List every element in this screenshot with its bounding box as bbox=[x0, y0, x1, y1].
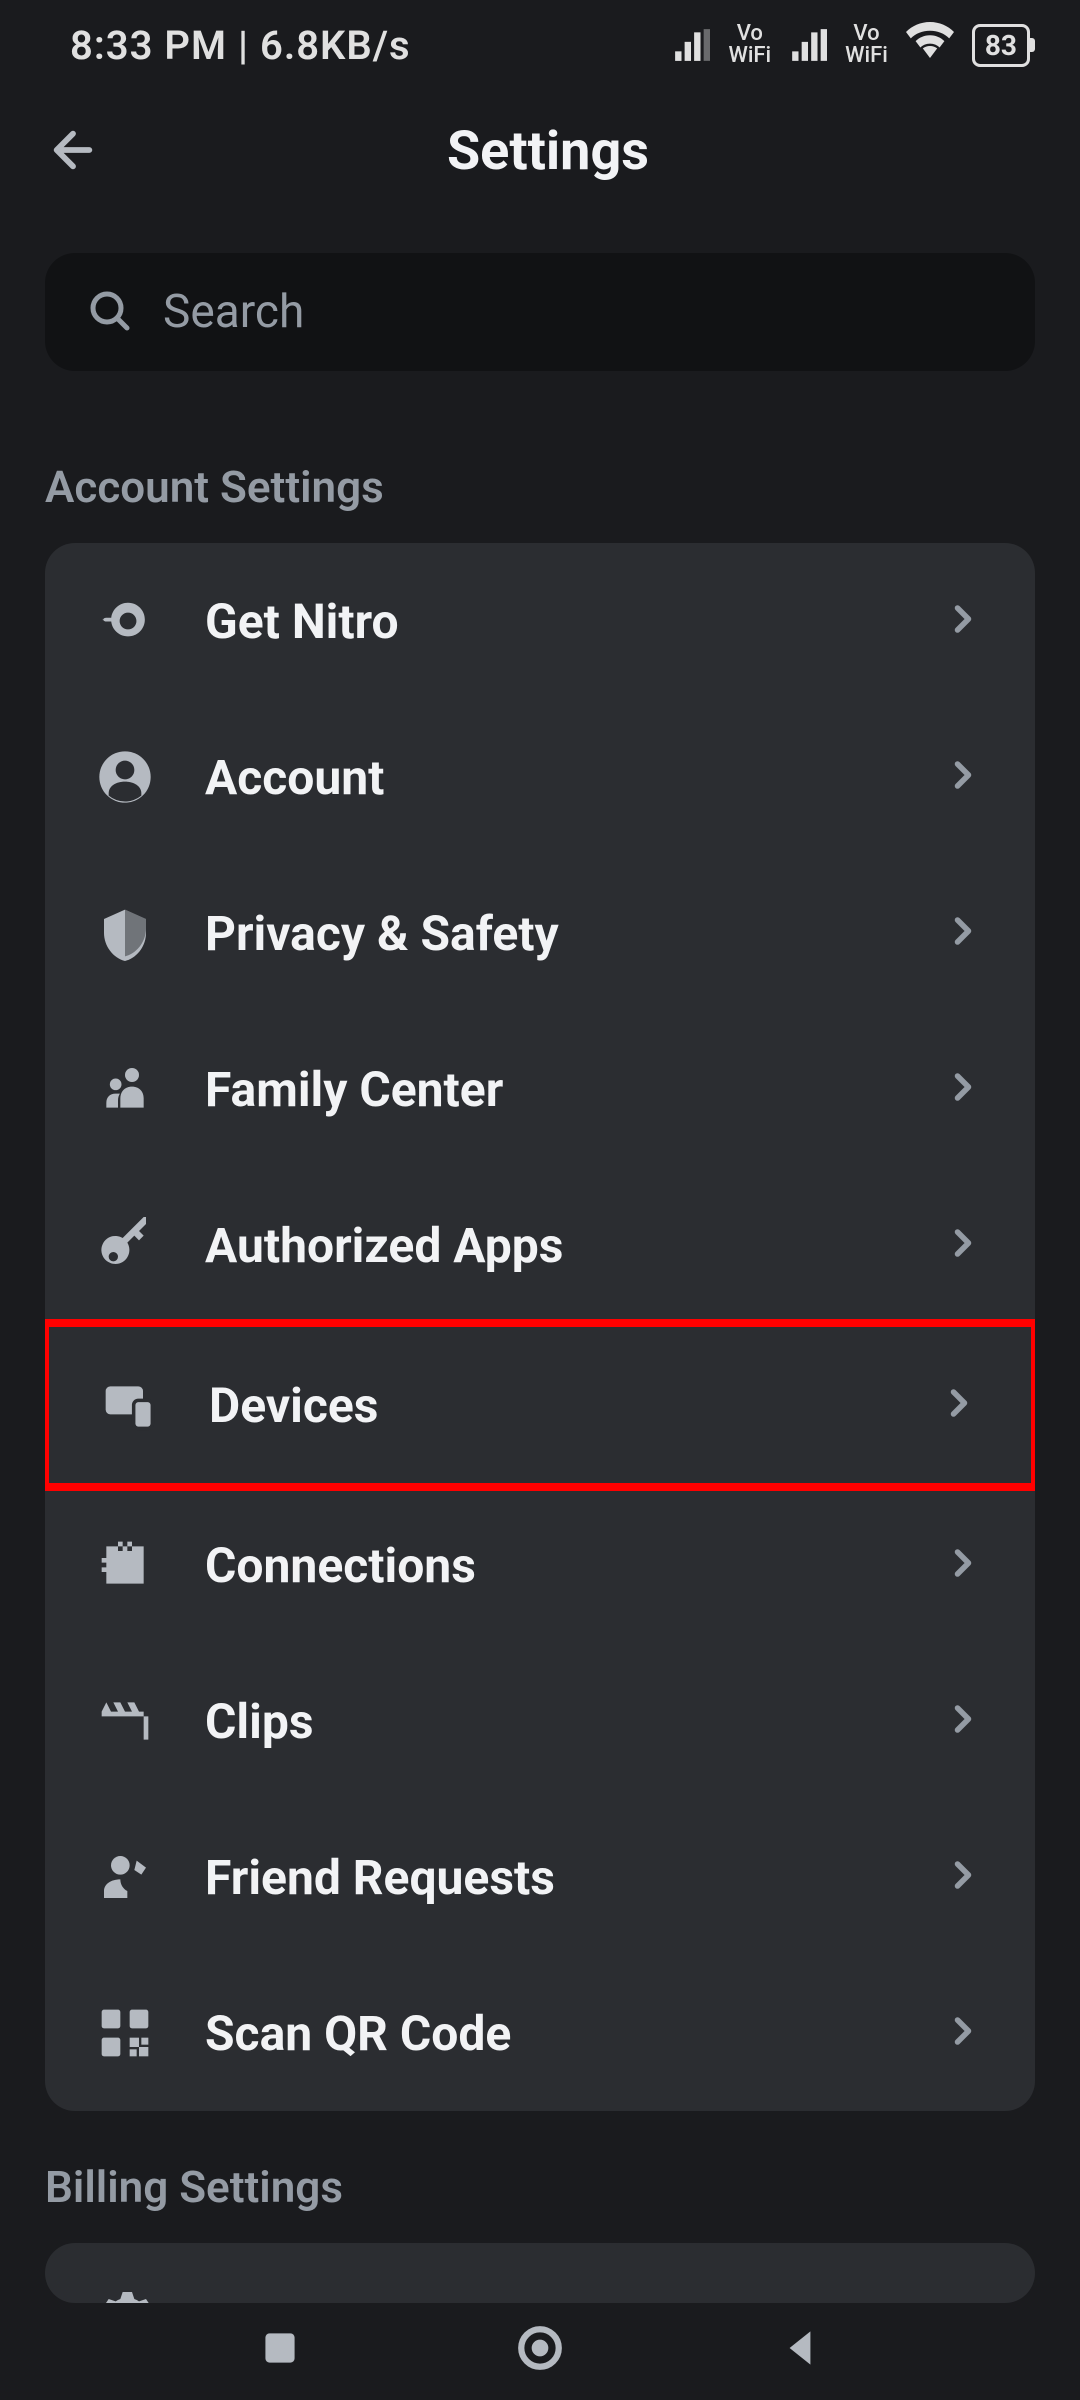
signal-icon-2 bbox=[789, 26, 827, 64]
settings-card-account: Get Nitro Account Privacy & Safety Famil… bbox=[45, 543, 1035, 2111]
battery-indicator: 83 bbox=[972, 24, 1030, 67]
settings-item-family[interactable]: Family Center bbox=[45, 1011, 1035, 1167]
item-label: Connections bbox=[205, 1537, 891, 1594]
search-input[interactable] bbox=[163, 285, 995, 339]
settings-item-friend-requests[interactable]: Friend Requests bbox=[45, 1799, 1035, 1955]
vo-wifi-badge-2: Vo WiFi bbox=[845, 23, 888, 67]
vo-label: Vo bbox=[853, 23, 879, 45]
wifi-icon bbox=[906, 16, 954, 74]
chevron-right-icon bbox=[941, 909, 985, 957]
devices-icon bbox=[99, 1375, 159, 1435]
chevron-right-icon bbox=[941, 597, 985, 645]
chevron-right-icon bbox=[941, 1853, 985, 1901]
status-time: 8:33 PM bbox=[70, 22, 227, 69]
clapperboard-icon bbox=[95, 1691, 155, 1751]
wifi-label: WiFi bbox=[845, 45, 888, 67]
settings-item-privacy[interactable]: Privacy & Safety bbox=[45, 855, 1035, 1011]
settings-card-billing bbox=[45, 2243, 1035, 2303]
account-icon bbox=[95, 747, 155, 807]
page-title: Settings bbox=[61, 120, 1035, 183]
nav-home-button[interactable] bbox=[515, 2323, 565, 2377]
header: Settings bbox=[0, 90, 1080, 213]
key-icon bbox=[95, 1215, 155, 1275]
navigation-bar bbox=[0, 2300, 1080, 2400]
plugin-icon bbox=[95, 1535, 155, 1595]
settings-item-partial[interactable] bbox=[45, 2243, 1035, 2303]
section-header-account: Account Settings bbox=[0, 411, 1080, 543]
settings-item-nitro[interactable]: Get Nitro bbox=[45, 543, 1035, 699]
item-label: Account bbox=[205, 749, 891, 806]
item-label: Authorized Apps bbox=[205, 1217, 891, 1274]
status-data-rate: 6.8KB/s bbox=[260, 22, 411, 69]
settings-item-clips[interactable]: Clips bbox=[45, 1643, 1035, 1799]
nitro-icon bbox=[95, 591, 155, 651]
search-container[interactable] bbox=[45, 253, 1035, 371]
item-label: Scan QR Code bbox=[205, 2005, 891, 2062]
nav-recents-button[interactable] bbox=[255, 2323, 305, 2377]
nav-back-button[interactable] bbox=[775, 2323, 825, 2377]
chevron-right-icon bbox=[941, 753, 985, 801]
settings-item-account[interactable]: Account bbox=[45, 699, 1035, 855]
section-header-billing: Billing Settings bbox=[0, 2111, 1080, 2243]
status-bar: 8:33 PM | 6.8KB/s Vo WiFi Vo WiFi 83 bbox=[0, 0, 1080, 90]
chevron-right-icon bbox=[941, 1065, 985, 1113]
item-label: Privacy & Safety bbox=[205, 905, 891, 962]
status-sep: | bbox=[238, 22, 260, 69]
item-label: Devices bbox=[209, 1377, 887, 1434]
status-time-data: 8:33 PM | 6.8KB/s bbox=[70, 22, 411, 69]
item-label: Friend Requests bbox=[205, 1849, 891, 1906]
battery-level: 83 bbox=[985, 29, 1017, 62]
friend-wave-icon bbox=[95, 1847, 155, 1907]
status-right: Vo WiFi Vo WiFi 83 bbox=[672, 16, 1030, 74]
qr-code-icon bbox=[95, 2003, 155, 2063]
vo-wifi-badge-1: Vo WiFi bbox=[728, 23, 771, 67]
chevron-right-icon bbox=[941, 2009, 985, 2057]
family-icon bbox=[95, 1059, 155, 1119]
vo-label: Vo bbox=[737, 23, 763, 45]
settings-item-devices[interactable]: Devices bbox=[45, 1319, 1035, 1491]
chevron-right-icon bbox=[941, 1221, 985, 1269]
settings-item-connections[interactable]: Connections bbox=[45, 1487, 1035, 1643]
chevron-right-icon bbox=[941, 1541, 985, 1589]
chevron-right-icon bbox=[937, 1381, 981, 1429]
item-label: Get Nitro bbox=[205, 593, 891, 650]
signal-icon-1 bbox=[672, 26, 710, 64]
item-label: Clips bbox=[205, 1693, 891, 1750]
search-icon bbox=[85, 286, 133, 338]
wifi-label: WiFi bbox=[728, 45, 771, 67]
settings-item-authorized-apps[interactable]: Authorized Apps bbox=[45, 1167, 1035, 1323]
chevron-right-icon bbox=[941, 1697, 985, 1745]
settings-item-qr[interactable]: Scan QR Code bbox=[45, 1955, 1035, 2111]
shield-icon bbox=[95, 903, 155, 963]
item-label: Family Center bbox=[205, 1061, 891, 1118]
